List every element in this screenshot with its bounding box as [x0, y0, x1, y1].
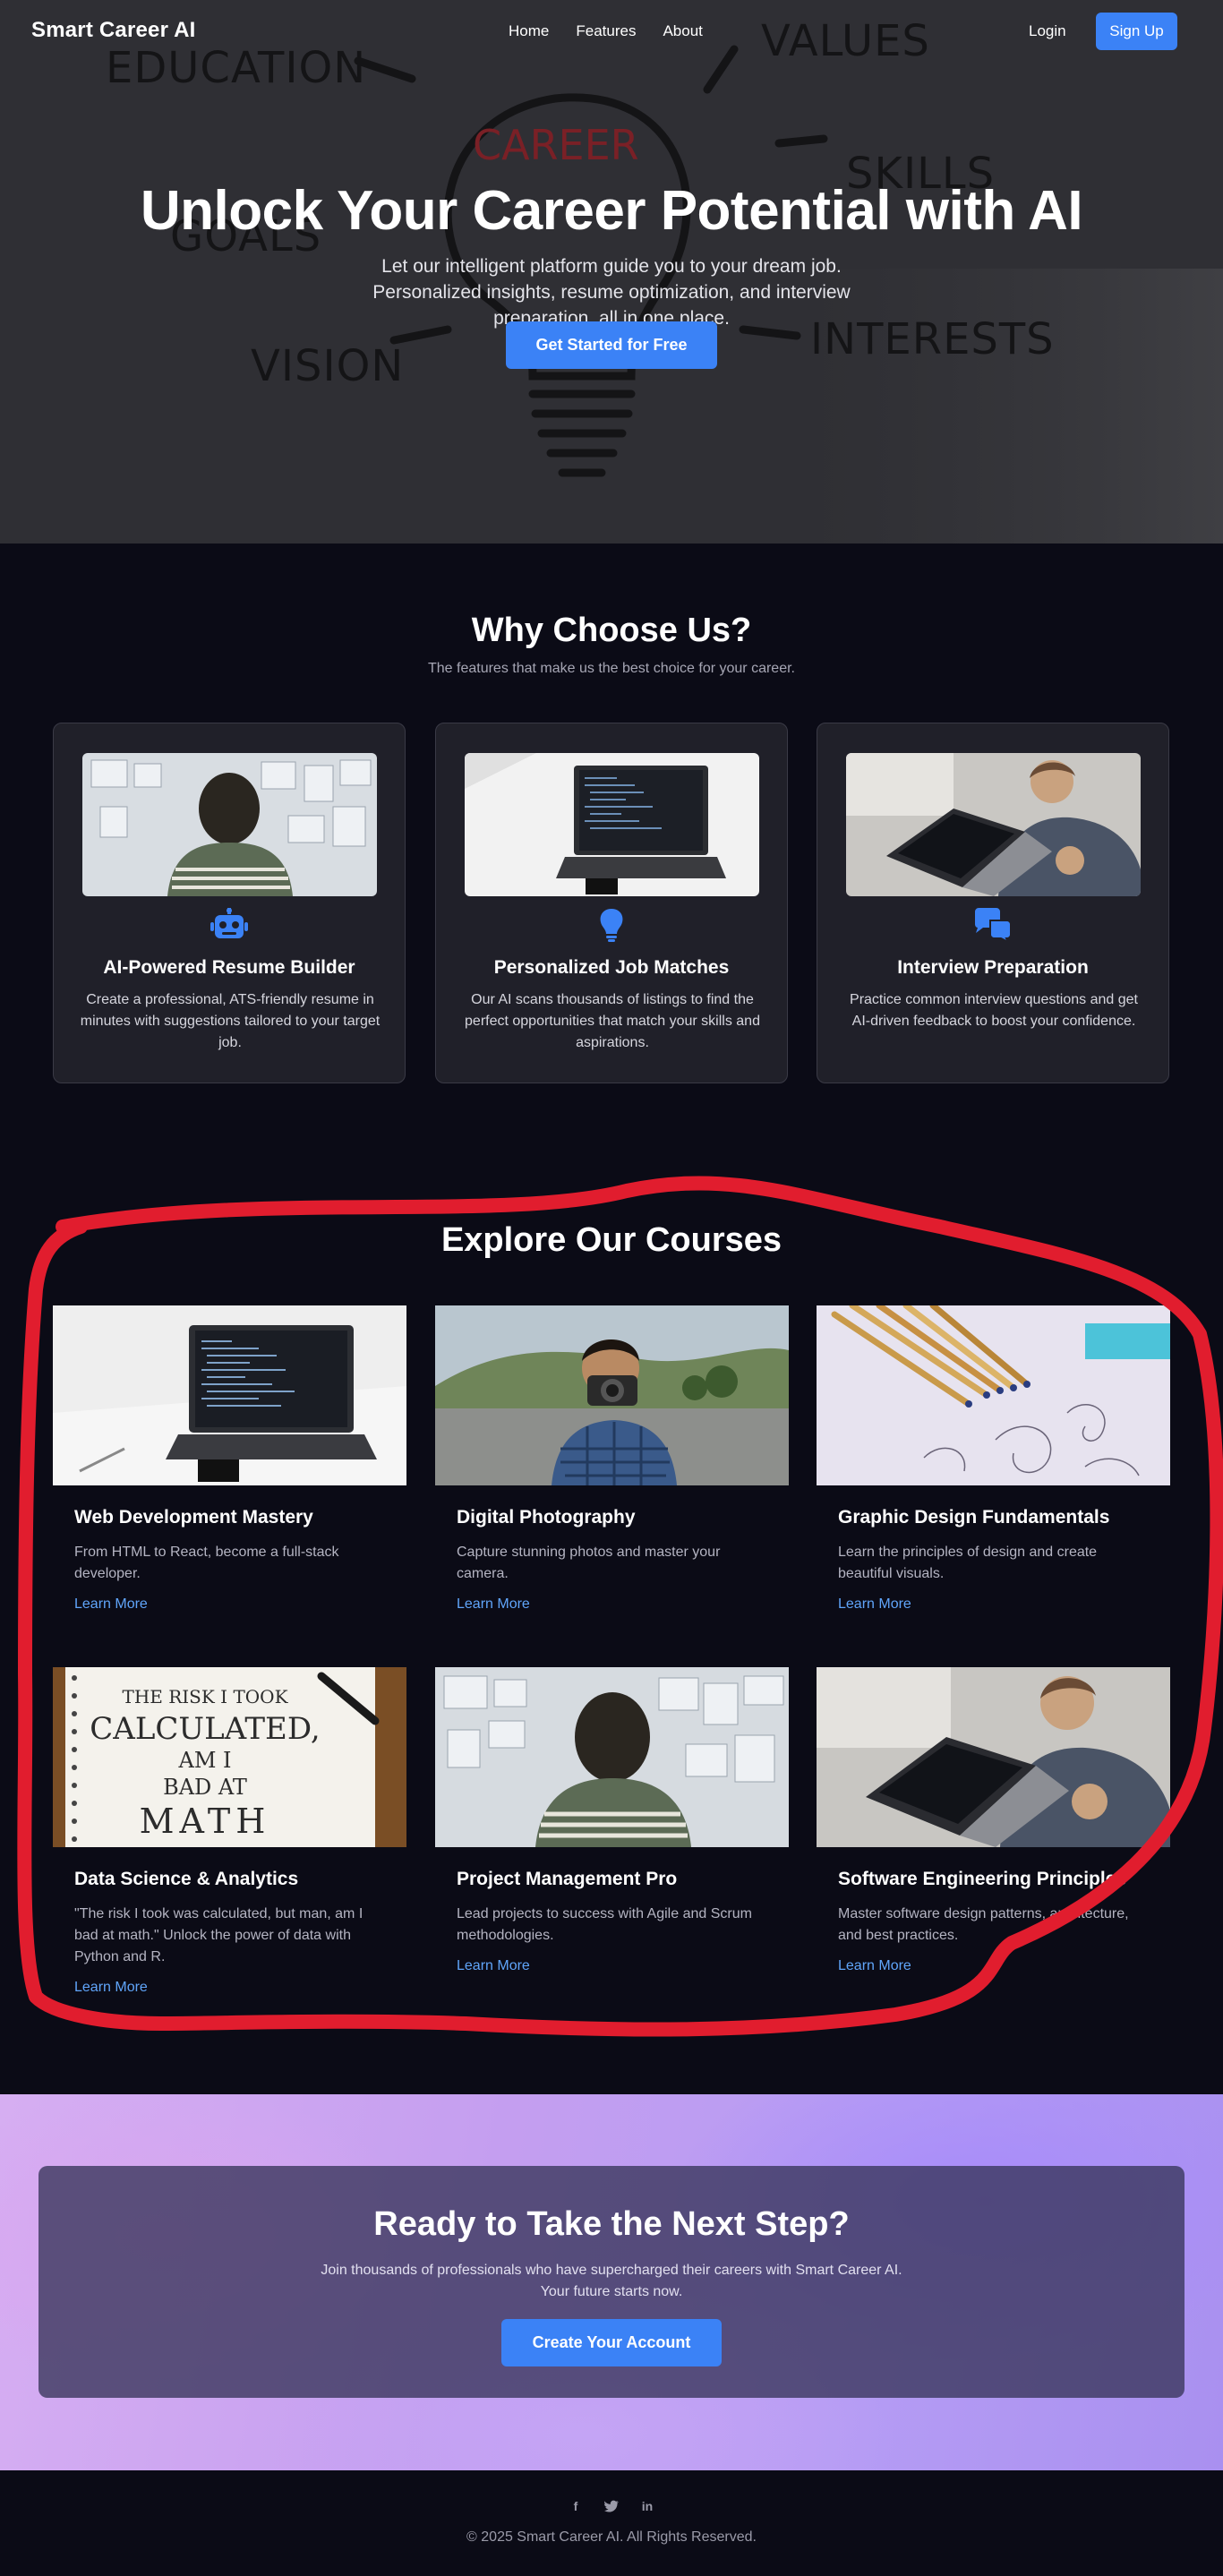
math-art-line1: THE RISK I TOOK: [122, 1686, 288, 1707]
top-navbar: Smart Career AI Home Features About Logi…: [0, 0, 1223, 64]
create-account-button[interactable]: Create Your Account: [501, 2319, 722, 2366]
feature-title: Interview Preparation: [897, 957, 1089, 978]
cta-title: Ready to Take the Next Step?: [373, 2205, 850, 2243]
course-description: From HTML to React, become a full-stack …: [74, 1545, 339, 1581]
cta-section: Ready to Take the Next Step? Join thousa…: [0, 2094, 1223, 2470]
nav-link-features[interactable]: Features: [576, 22, 636, 40]
chat-bubbles-icon: [817, 908, 1168, 942]
learn-more-link[interactable]: Learn More: [457, 1958, 530, 1974]
course-description: Master software design patterns, archite…: [838, 1906, 1129, 1943]
hero-word-vision: VISION: [251, 341, 404, 391]
twitter-icon[interactable]: [604, 2499, 619, 2513]
hero-title: Unlock Your Career Potential with AI: [140, 180, 1083, 242]
brand-logo[interactable]: Smart Career AI: [31, 18, 196, 43]
course-card-software-engineering: Software Engineering Principles Master s…: [817, 1667, 1170, 2025]
feature-card-resume: AI-Powered Resume Builder Create a profe…: [53, 723, 406, 1083]
course-image-pencils-sketch: [817, 1305, 1170, 1485]
course-description: Learn the principles of design and creat…: [838, 1545, 1098, 1581]
learn-more-link[interactable]: Learn More: [74, 1596, 148, 1613]
copyright-text: © 2025 Smart Career AI. All Rights Reser…: [466, 2529, 757, 2545]
linkedin-icon[interactable]: in: [640, 2499, 654, 2513]
get-started-button[interactable]: Get Started for Free: [506, 321, 717, 369]
course-card-project-management: Project Management Pro Lead projects to …: [435, 1667, 789, 2025]
course-image-office-person: [435, 1667, 789, 1847]
feature-card-job-matches: Personalized Job Matches Our AI scans th…: [435, 723, 788, 1083]
nav-link-about[interactable]: About: [663, 22, 702, 40]
math-art-line2: CALCULATED,: [90, 1711, 320, 1747]
social-links: f in: [0, 2499, 1223, 2513]
feature-image-office-person: [82, 753, 377, 896]
course-description: Lead projects to success with Agile and …: [457, 1906, 752, 1943]
course-title: Digital Photography: [457, 1507, 636, 1528]
learn-more-link[interactable]: Learn More: [457, 1596, 530, 1613]
hero-word-career: CAREER: [473, 121, 639, 169]
learn-more-link[interactable]: Learn More: [838, 1958, 911, 1974]
course-title: Web Development Mastery: [74, 1507, 313, 1528]
feature-card-interview: Interview Preparation Practice common in…: [817, 723, 1169, 1083]
course-image-photographer: [435, 1305, 789, 1485]
hero-subtitle: Let our intelligent platform guide you t…: [372, 256, 851, 329]
facebook-icon[interactable]: f: [569, 2499, 583, 2513]
courses-section-title: Explore Our Courses: [440, 1221, 783, 1259]
robot-icon: [54, 908, 405, 942]
course-title: Data Science & Analytics: [74, 1869, 299, 1889]
login-link[interactable]: Login: [1029, 22, 1066, 40]
course-title: Graphic Design Fundamentals: [838, 1507, 1110, 1528]
feature-description: Create a professional, ATS-friendly resu…: [80, 992, 381, 1050]
course-image-laptop-code: [53, 1305, 406, 1485]
hero-section: EDUCATION VALUES SKILLS GOALS VISION INT…: [0, 0, 1223, 543]
course-image-math-notebook: THE RISK I TOOK CALCULATED, AM I BAD AT …: [53, 1667, 406, 1847]
feature-image-laptop: [465, 753, 759, 896]
course-card-data-science: THE RISK I TOOK CALCULATED, AM I BAD AT …: [53, 1667, 406, 2025]
signup-button[interactable]: Sign Up: [1096, 13, 1177, 50]
course-card-photography: Digital Photography Capture stunning pho…: [435, 1305, 789, 1646]
lightbulb-icon: [436, 908, 787, 942]
cta-subtitle: Join thousands of professionals who have…: [321, 2263, 902, 2299]
feature-title: AI-Powered Resume Builder: [103, 957, 355, 978]
learn-more-link[interactable]: Learn More: [838, 1596, 911, 1613]
course-title: Project Management Pro: [457, 1869, 678, 1889]
course-card-graphic-design: Graphic Design Fundamentals Learn the pr…: [817, 1305, 1170, 1646]
feature-title: Personalized Job Matches: [493, 957, 730, 978]
why-section-title: Why Choose Us?: [471, 612, 752, 649]
why-section-subtitle: The features that make us the best choic…: [428, 661, 795, 676]
feature-description: Our AI scans thousands of listings to fi…: [465, 992, 760, 1050]
course-image-person-laptop: [817, 1667, 1170, 1847]
nav-link-home[interactable]: Home: [509, 22, 549, 40]
math-art-line5: MATH: [140, 1801, 271, 1841]
learn-more-link[interactable]: Learn More: [74, 1980, 148, 1996]
cta-panel: Ready to Take the Next Step? Join thousa…: [38, 2166, 1185, 2398]
feature-description: Practice common interview questions and …: [850, 992, 1138, 1029]
course-card-web-dev: Web Development Mastery From HTML to Rea…: [53, 1305, 406, 1646]
nav-links: Home Features About: [509, 22, 703, 40]
feature-image-person-laptop: [846, 753, 1141, 896]
course-description: Capture stunning photos and master your …: [457, 1545, 721, 1581]
course-title: Software Engineering Principles: [838, 1869, 1127, 1889]
footer: f in © 2025 Smart Career AI. All Rights …: [0, 2470, 1223, 2576]
course-description: "The risk I took was calculated, but man…: [74, 1906, 363, 1964]
math-art-line4: BAD AT: [163, 1775, 247, 1800]
math-art-line3: AM I: [177, 1748, 231, 1773]
